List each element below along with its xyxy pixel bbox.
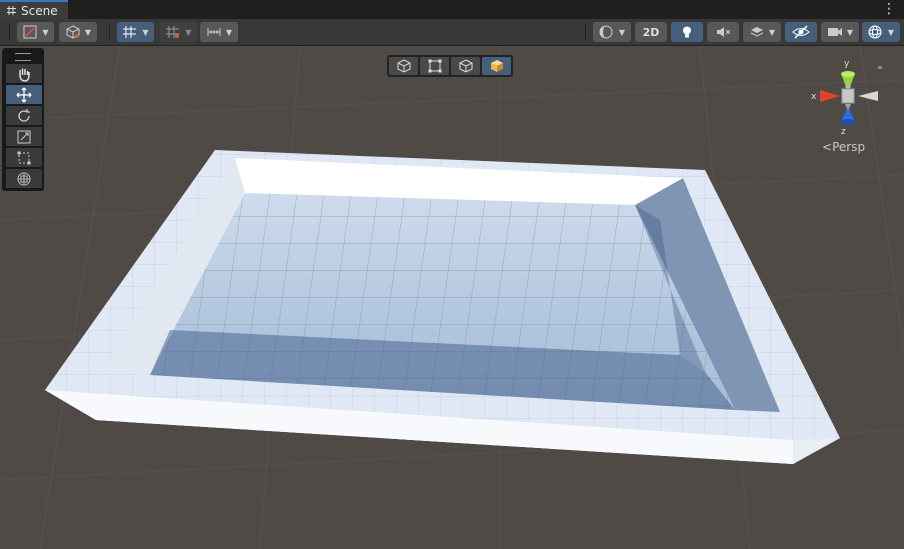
lighting-toggle[interactable] <box>671 22 703 42</box>
orientation-gizmo[interactable]: y x z <box>808 60 888 140</box>
scale-icon <box>17 130 31 143</box>
shading-mode-button[interactable]: ▼ <box>593 22 631 42</box>
cube-button[interactable] <box>451 57 480 75</box>
grid-snap-button[interactable]: ▼ <box>117 22 154 42</box>
camera-icon <box>827 28 842 36</box>
2d-toggle[interactable]: 2D <box>635 22 667 42</box>
toolbar-separator <box>585 24 586 40</box>
eye-hidden-icon <box>792 25 810 39</box>
bulb-icon <box>683 26 691 38</box>
gizmo-icon <box>868 25 882 39</box>
rotate-tool[interactable] <box>6 106 42 125</box>
grid-settings-button[interactable]: ▼ <box>160 22 197 42</box>
wireframe-cube-button[interactable] <box>389 57 418 75</box>
cube-icon <box>66 25 80 39</box>
scene-toolbar: ▼ ▼ ▼ ▼ ▼ ▼ 2D ▼ ▼ ▼ <box>0 19 904 46</box>
tab-bar: Scene ⋮ <box>0 0 904 19</box>
shaded-cube-icon <box>490 60 503 72</box>
scale-tool[interactable] <box>6 127 42 146</box>
ruler-icon <box>207 28 221 36</box>
hand-tool[interactable] <box>6 64 42 83</box>
sphere-icon <box>599 25 613 39</box>
draw-mode-icon <box>23 25 37 39</box>
scene-viewport[interactable] <box>0 46 904 549</box>
toolbar-separator <box>9 24 10 40</box>
tool-panel <box>2 48 44 191</box>
gizmo-y-label: y <box>844 60 850 69</box>
view-overlay-toolbar <box>387 55 513 77</box>
bounds-icon <box>428 59 441 73</box>
scene-tab[interactable]: Scene <box>0 0 68 19</box>
cube-outline-icon <box>397 59 410 73</box>
gizmo-x-label: x <box>811 92 817 102</box>
toolbar-separator <box>109 24 110 40</box>
grid-hash-icon <box>7 6 16 15</box>
shaded-cube-button[interactable] <box>482 57 511 75</box>
grid-snap-icon <box>123 26 137 38</box>
audio-toggle[interactable] <box>707 22 739 42</box>
drag-handle-icon[interactable] <box>15 53 31 61</box>
move-icon <box>16 87 32 102</box>
transform-tool[interactable] <box>6 169 42 188</box>
rect-tool[interactable] <box>6 148 42 167</box>
gizmos-button[interactable]: ▼ <box>862 22 900 42</box>
render-mode-button[interactable]: ▼ <box>59 22 97 42</box>
visibility-toggle[interactable] <box>785 22 817 42</box>
axis-gizmo-icon: y x z <box>811 60 882 137</box>
move-tool[interactable] <box>6 85 42 104</box>
effects-button[interactable]: ▼ <box>743 22 781 42</box>
hand-icon <box>19 68 30 82</box>
chevron-left-icon: < <box>822 140 833 154</box>
transform-icon <box>17 172 31 185</box>
gizmo-z-label: z <box>841 127 846 137</box>
grid-icon <box>166 26 180 38</box>
mute-icon <box>717 27 731 37</box>
layers-icon <box>750 27 764 37</box>
draw-mode-button[interactable]: ▼ <box>17 22 54 42</box>
cube-icon <box>459 59 472 73</box>
bounds-button[interactable] <box>420 57 449 75</box>
increment-snap-button[interactable]: ▼ <box>200 22 238 42</box>
rect-icon <box>17 151 31 164</box>
kebab-menu-icon[interactable]: ⋮ <box>882 1 896 17</box>
scene-render <box>0 46 904 549</box>
projection-toggle[interactable]: <Persp <box>822 140 865 154</box>
camera-button[interactable]: ▼ <box>821 22 859 42</box>
rotate-icon <box>18 108 30 122</box>
tab-title: Scene <box>21 3 58 18</box>
projection-label: Persp <box>832 140 866 154</box>
